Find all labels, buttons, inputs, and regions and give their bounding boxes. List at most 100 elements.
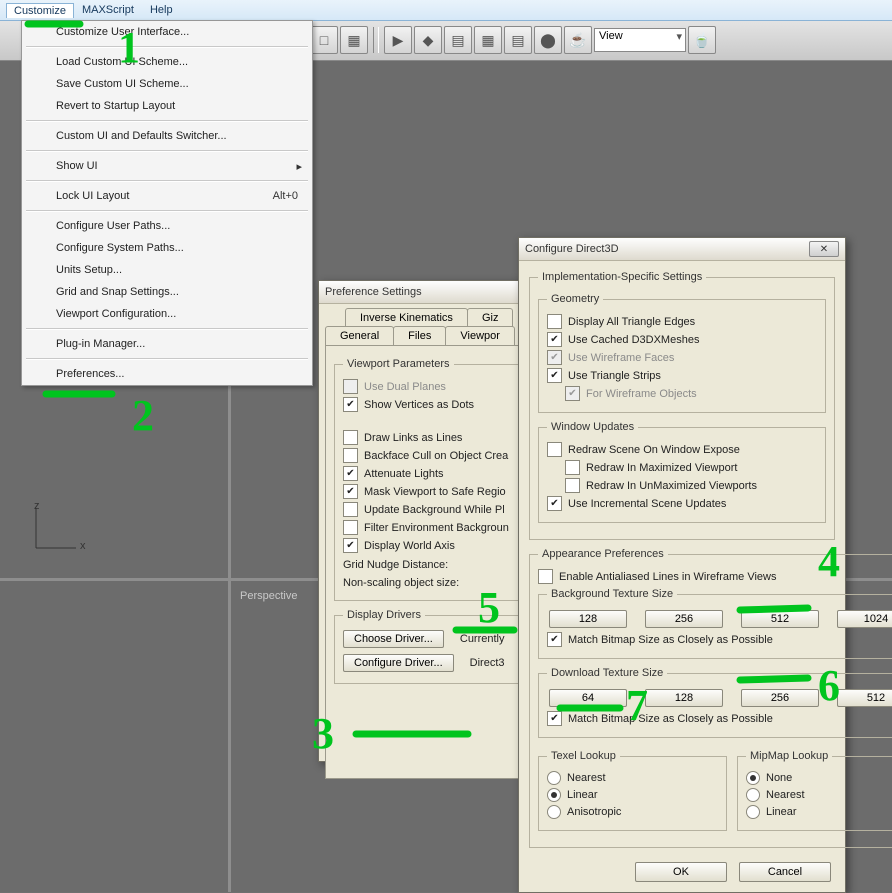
bg-size-128-button[interactable]: 128 bbox=[549, 610, 627, 628]
label-vertices-dots: Show Vertices as Dots bbox=[364, 399, 474, 411]
choose-driver-button[interactable]: Choose Driver... bbox=[343, 630, 444, 648]
menu-item-show-ui[interactable]: Show UI bbox=[22, 155, 312, 177]
menu-customize[interactable]: Customize bbox=[6, 3, 74, 18]
dl-size-128-button[interactable]: 128 bbox=[645, 689, 723, 707]
configure-direct3d-dialog: Configure Direct3D ✕ Implementation-Spec… bbox=[518, 237, 846, 893]
toolbar-btn-6[interactable]: ▦ bbox=[474, 26, 502, 54]
d3d-dialog-titlebar[interactable]: Configure Direct3D ✕ bbox=[519, 238, 845, 261]
tab-general[interactable]: General bbox=[325, 326, 394, 345]
group-window-updates: Window Updates Redraw Scene On Window Ex… bbox=[538, 421, 826, 523]
ok-button[interactable]: OK bbox=[635, 862, 727, 882]
label-driver-name: Direct3 bbox=[470, 657, 505, 669]
axis-label-z: z bbox=[34, 500, 40, 512]
toolbar-btn-9[interactable]: ☕ bbox=[564, 26, 592, 54]
radio-mip-none[interactable] bbox=[746, 771, 760, 785]
checkbox-wireframe-faces bbox=[547, 350, 562, 365]
toolbar-btn-1[interactable]: □ bbox=[310, 26, 338, 54]
checkbox-vertices-dots[interactable] bbox=[343, 397, 358, 412]
label-nonscale: Non-scaling object size: bbox=[343, 577, 459, 589]
radio-texel-nearest[interactable] bbox=[547, 771, 561, 785]
menu-item-defaults-switcher[interactable]: Custom UI and Defaults Switcher... bbox=[22, 125, 312, 147]
checkbox-bg-match[interactable] bbox=[547, 632, 562, 647]
group-texel-lookup: Texel Lookup Nearest Linear Anisotropic bbox=[538, 750, 727, 831]
tab-gizmos[interactable]: Giz bbox=[467, 308, 514, 327]
group-legend: MipMap Lookup bbox=[746, 750, 832, 762]
menu-item-preferences[interactable]: Preferences... bbox=[22, 363, 312, 385]
checkbox-triangle-strips[interactable] bbox=[547, 368, 562, 383]
checkbox-dl-match[interactable] bbox=[547, 711, 562, 726]
bg-size-512-button[interactable]: 512 bbox=[741, 610, 819, 628]
checkbox-filter-env[interactable] bbox=[343, 520, 358, 535]
group-bg-texture: Background Texture Size 128 256 512 1024… bbox=[538, 588, 892, 659]
radio-mip-linear[interactable] bbox=[746, 805, 760, 819]
checkbox-redraw-max[interactable] bbox=[565, 460, 580, 475]
label-incremental: Use Incremental Scene Updates bbox=[568, 498, 726, 510]
dl-size-256-button[interactable]: 256 bbox=[741, 689, 819, 707]
dialog-title-text: Preference Settings bbox=[325, 286, 422, 298]
toolbar-btn-3[interactable]: ▶ bbox=[384, 26, 412, 54]
bg-size-256-button[interactable]: 256 bbox=[645, 610, 723, 628]
checkbox-update-bg[interactable] bbox=[343, 502, 358, 517]
toolbar-btn-8[interactable]: ⬤ bbox=[534, 26, 562, 54]
dl-size-64-button[interactable]: 64 bbox=[549, 689, 627, 707]
configure-driver-button[interactable]: Configure Driver... bbox=[343, 654, 454, 672]
radio-texel-aniso[interactable] bbox=[547, 805, 561, 819]
cancel-button[interactable]: Cancel bbox=[739, 862, 831, 882]
checkbox-redraw-expose[interactable] bbox=[547, 442, 562, 457]
view-dropdown[interactable]: View bbox=[594, 28, 686, 52]
menu-item-user-paths[interactable]: Configure User Paths... bbox=[22, 215, 312, 237]
menu-item-revert[interactable]: Revert to Startup Layout bbox=[22, 95, 312, 117]
menu-item-lock-ui[interactable]: Lock UI Layout Alt+0 bbox=[22, 185, 312, 207]
menu-item-plugin-manager[interactable]: Plug-in Manager... bbox=[22, 333, 312, 355]
menu-item-system-paths[interactable]: Configure System Paths... bbox=[22, 237, 312, 259]
menu-item-grid-snap[interactable]: Grid and Snap Settings... bbox=[22, 281, 312, 303]
checkbox-attenuate[interactable] bbox=[343, 466, 358, 481]
bg-size-1024-button[interactable]: 1024 bbox=[837, 610, 892, 628]
checkbox-mask-viewport[interactable] bbox=[343, 484, 358, 499]
menu-item-save-scheme[interactable]: Save Custom UI Scheme... bbox=[22, 73, 312, 95]
group-legend: Background Texture Size bbox=[547, 588, 677, 600]
checkbox-backface[interactable] bbox=[343, 448, 358, 463]
tab-inverse-kinematics[interactable]: Inverse Kinematics bbox=[345, 308, 468, 327]
tab-files[interactable]: Files bbox=[393, 326, 446, 345]
menu-maxscript[interactable]: MAXScript bbox=[74, 2, 142, 18]
menu-item-units[interactable]: Units Setup... bbox=[22, 259, 312, 281]
viewport-label-perspective: Perspective bbox=[240, 590, 297, 602]
menu-item-load-scheme[interactable]: Load Custom UI Scheme... bbox=[22, 51, 312, 73]
menu-item-customize-ui[interactable]: Customize User Interface... bbox=[22, 21, 312, 43]
label-update-bg: Update Background While Pl bbox=[364, 504, 505, 516]
axis-label-x: x bbox=[80, 540, 86, 552]
group-dl-texture: Download Texture Size 64 128 256 512 Mat… bbox=[538, 667, 892, 738]
group-impl-settings: Implementation-Specific Settings Geometr… bbox=[529, 271, 835, 540]
menu-shortcut: Alt+0 bbox=[273, 190, 298, 202]
label-wireframe-faces: Use Wireframe Faces bbox=[568, 352, 674, 364]
checkbox-cached-meshes[interactable] bbox=[547, 332, 562, 347]
toolbar-btn-2[interactable]: ▦ bbox=[340, 26, 368, 54]
label-triangle-strips: Use Triangle Strips bbox=[568, 370, 661, 382]
checkbox-antialias[interactable] bbox=[538, 569, 553, 584]
menu-bar: Customize MAXScript Help bbox=[0, 0, 892, 21]
checkbox-redraw-unmax[interactable] bbox=[565, 478, 580, 493]
group-legend: Viewport Parameters bbox=[343, 358, 454, 370]
group-legend: Geometry bbox=[547, 293, 603, 305]
checkbox-world-axis[interactable] bbox=[343, 538, 358, 553]
toolbar-btn-5[interactable]: ▤ bbox=[444, 26, 472, 54]
tab-viewports[interactable]: Viewpor bbox=[445, 326, 515, 345]
group-legend: Download Texture Size bbox=[547, 667, 667, 679]
dl-size-512-button[interactable]: 512 bbox=[837, 689, 892, 707]
label-backface: Backface Cull on Object Crea bbox=[364, 450, 508, 462]
checkbox-all-tri[interactable] bbox=[547, 314, 562, 329]
menu-item-viewport-config[interactable]: Viewport Configuration... bbox=[22, 303, 312, 325]
label-antialias: Enable Antialiased Lines in Wireframe Vi… bbox=[559, 571, 776, 583]
radio-mip-nearest[interactable] bbox=[746, 788, 760, 802]
menu-help[interactable]: Help bbox=[142, 2, 181, 18]
toolbar-btn-4[interactable]: ◆ bbox=[414, 26, 442, 54]
radio-texel-linear[interactable] bbox=[547, 788, 561, 802]
toolbar-btn-7[interactable]: ▤ bbox=[504, 26, 532, 54]
toolbar-btn-teapot[interactable]: 🍵 bbox=[688, 26, 716, 54]
checkbox-incremental[interactable] bbox=[547, 496, 562, 511]
checkbox-dual-planes[interactable] bbox=[343, 379, 358, 394]
checkbox-draw-links[interactable] bbox=[343, 430, 358, 445]
close-icon[interactable]: ✕ bbox=[809, 241, 839, 257]
label-world-axis: Display World Axis bbox=[364, 540, 455, 552]
